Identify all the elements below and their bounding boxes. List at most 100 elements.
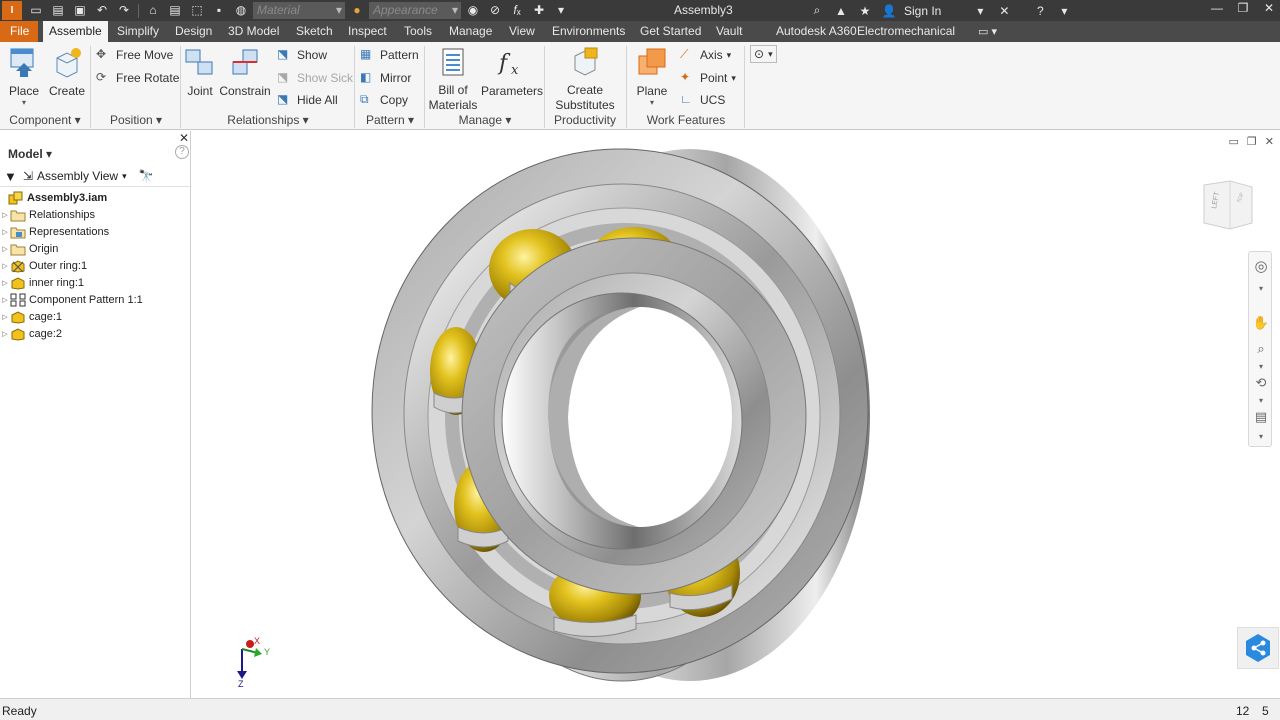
help-icon[interactable]: ?	[175, 145, 189, 159]
filter-icon[interactable]: ▼	[4, 169, 17, 184]
pan-icon[interactable]: ✋	[1252, 314, 1270, 332]
add-icon[interactable]: ✚	[529, 1, 549, 20]
tab-view[interactable]: View	[503, 21, 541, 42]
panel-position-label[interactable]: Position ▾	[92, 113, 180, 130]
tab-design[interactable]: Design	[169, 21, 218, 42]
plane-button[interactable]: Plane ▾	[632, 42, 672, 107]
update-icon[interactable]: ▪	[209, 1, 229, 20]
orbit-icon[interactable]: ⟲	[1252, 374, 1270, 392]
tree-node-origin[interactable]: ▷ Origin	[0, 240, 58, 257]
chevron-down-icon[interactable]: ▾	[971, 4, 989, 18]
chevron-down-icon[interactable]: ▾	[1252, 428, 1270, 446]
copy-button[interactable]: ⧉ Copy	[360, 90, 408, 110]
color-override-icon[interactable]: ◍	[231, 1, 251, 20]
tab-tools[interactable]: Tools	[398, 21, 438, 42]
panel-relationships-label[interactable]: Relationships ▾	[182, 113, 354, 130]
tree-node-cage-1[interactable]: ▷ cage:1	[0, 308, 62, 325]
browser-title-dropdown[interactable]: Model ▾	[8, 147, 52, 161]
tab-get-started[interactable]: Get Started	[634, 21, 707, 42]
find-icon[interactable]: 🔭	[139, 169, 154, 183]
view-selector[interactable]: ⇲ Assembly View ▾	[23, 169, 127, 183]
expand-icon[interactable]: ▷	[0, 330, 10, 338]
panel-pattern-label[interactable]: Pattern ▾	[356, 113, 424, 130]
expand-icon[interactable]: ▷	[0, 245, 10, 253]
home-icon[interactable]: ⌂	[143, 1, 163, 20]
return-icon[interactable]: ▤	[165, 1, 185, 20]
mirror-button[interactable]: ◧ Mirror	[360, 68, 411, 88]
material-dropdown[interactable]: Material	[253, 2, 345, 19]
tab-options-icon[interactable]: ▭ ▾	[978, 25, 997, 38]
tab-sketch[interactable]: Sketch	[290, 21, 339, 42]
user-icon[interactable]: 👤	[880, 4, 898, 18]
search-icon[interactable]: ⌕	[808, 3, 826, 18]
help-icon[interactable]: ?	[1031, 4, 1049, 18]
appearance-sphere-icon[interactable]: ●	[347, 1, 367, 20]
share-view-button[interactable]	[1237, 627, 1279, 669]
close-icon[interactable]: ✕	[1262, 1, 1276, 15]
adjust-icon[interactable]: ◉	[463, 1, 483, 20]
steering-wheel-icon[interactable]: ◎	[1252, 258, 1270, 276]
expand-icon[interactable]: ▷	[0, 262, 10, 270]
expand-icon[interactable]: ▷	[0, 296, 10, 304]
create-button[interactable]: Create	[47, 42, 87, 98]
tab-environments[interactable]: Environments	[546, 21, 631, 42]
tree-node-inner-ring[interactable]: ▷ inner ring:1	[0, 274, 84, 291]
free-rotate-button[interactable]: ⟳ Free Rotate	[96, 68, 179, 88]
tab-assemble[interactable]: Assemble	[43, 21, 108, 42]
open-file-icon[interactable]: ▤	[48, 1, 68, 20]
new-file-icon[interactable]: ▭	[26, 1, 46, 20]
appearance-dropdown[interactable]: Appearance	[369, 2, 461, 19]
tree-node-cage-2[interactable]: ▷ cage:2	[0, 325, 62, 342]
view-cube[interactable]: LEFT TOP	[1200, 179, 1256, 231]
free-move-button[interactable]: ✥ Free Move	[96, 45, 173, 65]
restore-icon[interactable]: ❐	[1236, 1, 1250, 15]
tab-simplify[interactable]: Simplify	[111, 21, 165, 42]
customize-icon[interactable]: ▾	[551, 1, 571, 20]
undo-icon[interactable]: ↶	[92, 1, 112, 20]
expand-icon[interactable]: ▷	[0, 313, 10, 321]
point-button[interactable]: ✦ Point ▾	[680, 68, 736, 88]
help-dropdown-icon[interactable]: ▾	[1055, 4, 1073, 18]
pattern-button[interactable]: ▦ Pattern	[360, 45, 419, 65]
tree-node-relationships[interactable]: ▷ Relationships	[0, 206, 95, 223]
tab-inspect[interactable]: Inspect	[342, 21, 393, 42]
panel-manage-label[interactable]: Manage ▾	[426, 113, 544, 130]
expand-icon[interactable]: ▷	[0, 228, 10, 236]
close-icon[interactable]: ✕	[179, 131, 189, 145]
axis-button[interactable]: ⟋ Axis ▾	[680, 45, 731, 65]
hide-all-button[interactable]: ⬔ Hide All	[277, 90, 338, 110]
expand-icon[interactable]: ▷	[0, 279, 10, 287]
create-substitutes-button[interactable]: Create Substitutes	[550, 42, 620, 113]
parameters-button[interactable]: f x Parameters	[481, 42, 543, 98]
show-button[interactable]: ⬔ Show	[277, 45, 327, 65]
place-button[interactable]: Place ▾	[4, 42, 44, 107]
ucs-button[interactable]: ∟ UCS	[680, 90, 725, 110]
tree-node-root[interactable]: Assembly3.iam	[8, 189, 107, 206]
zoom-icon[interactable]: ⌕	[1252, 340, 1270, 358]
minimize-icon[interactable]: —	[1210, 1, 1224, 15]
favorites-icon[interactable]: ★	[856, 4, 874, 18]
chevron-down-icon[interactable]: ▾	[1252, 280, 1270, 298]
subscription-icon[interactable]: ▲	[832, 4, 850, 18]
save-icon[interactable]: ▣	[70, 1, 90, 20]
tab-vault[interactable]: Vault	[710, 21, 748, 42]
graphics-viewport[interactable]: ▭ ❐ ✕ LEFT TOP ◎ ▾ ✋ ⌕ ▾ ⟲ ▾ ▤ ▾ X Y Z	[192, 131, 1280, 698]
ribbon-options-dropdown[interactable]: ⊙ ▾	[750, 45, 777, 63]
redo-icon[interactable]: ↷	[114, 1, 134, 20]
look-at-icon[interactable]: ▤	[1252, 408, 1270, 426]
constrain-button[interactable]: Constrain	[219, 42, 271, 98]
bill-of-materials-button[interactable]: Bill of Materials	[427, 42, 479, 113]
tab-electromechanical[interactable]: Electromechanical	[851, 21, 961, 42]
tab-file[interactable]: File	[0, 21, 38, 42]
tree-node-component-pattern[interactable]: ▷ Component Pattern 1:1	[0, 291, 143, 308]
expand-icon[interactable]: ▷	[0, 211, 10, 219]
joint-button[interactable]: Joint	[184, 42, 216, 98]
tree-node-representations[interactable]: ▷ Representations	[0, 223, 109, 240]
panel-component-label[interactable]: Component ▾	[0, 113, 90, 130]
app-logo[interactable]: I	[2, 1, 22, 20]
clear-icon[interactable]: ⊘	[485, 1, 505, 20]
show-sick-button[interactable]: ⬔ Show Sick	[277, 68, 353, 88]
tree-node-outer-ring[interactable]: ▷ Outer ring:1	[0, 257, 87, 274]
exchange-icon[interactable]: ✕	[995, 4, 1013, 18]
sign-in-link[interactable]: Sign In	[904, 4, 941, 18]
